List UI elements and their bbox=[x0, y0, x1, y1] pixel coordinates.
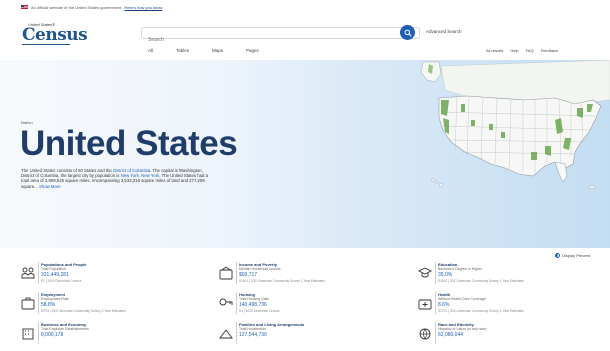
card-divider bbox=[435, 322, 436, 344]
tab-pages[interactable]: Pages bbox=[246, 48, 259, 53]
card-divider bbox=[236, 322, 237, 344]
card-value: $69,717 bbox=[239, 272, 258, 278]
medical-kit-icon bbox=[418, 299, 432, 310]
card-value: 8.6% bbox=[438, 302, 450, 308]
topic-card-families[interactable]: Families and Living Arrangements Total H… bbox=[219, 322, 389, 350]
tab-all[interactable]: All bbox=[148, 48, 153, 53]
page-title: United States bbox=[20, 124, 238, 163]
gov-banner: An official website of the United States… bbox=[0, 0, 610, 14]
card-divider bbox=[38, 292, 39, 314]
card-value: 8,000,178 bbox=[41, 332, 64, 338]
tab-maps[interactable]: Maps bbox=[212, 48, 223, 53]
topic-card-income[interactable]: Income and Poverty Median Household Inco… bbox=[219, 262, 389, 290]
util-link-feedback[interactable]: Feedback bbox=[541, 48, 559, 53]
card-divider bbox=[236, 292, 237, 314]
topic-card-employment[interactable]: Employment Employment Rate 58.8% DP03 | … bbox=[21, 292, 191, 320]
search-box bbox=[141, 27, 420, 45]
show-more-link[interactable]: Show More bbox=[39, 184, 61, 189]
globe-people-icon bbox=[419, 328, 431, 340]
tab-tables[interactable]: Tables bbox=[176, 48, 189, 53]
display-percent-toggle[interactable]: Display Percent bbox=[555, 253, 590, 258]
card-divider bbox=[435, 292, 436, 314]
util-link-faq[interactable]: FAQ bbox=[526, 48, 534, 53]
hero-section: Nation United States The United States c… bbox=[0, 60, 610, 248]
card-subtitle: Without Health Care Coverage bbox=[438, 297, 486, 301]
card-value: 331,449,281 bbox=[41, 272, 69, 278]
card-subtitle: Total Population bbox=[41, 267, 66, 271]
search-icon bbox=[404, 29, 412, 37]
card-source[interactable]: S1901 | 2021 American Community Survey 1… bbox=[239, 279, 325, 283]
card-subtitle: Hispanic or Latino (of any race) bbox=[438, 327, 487, 331]
hero-description: The United States consists of 50 States … bbox=[21, 168, 211, 189]
util-link-all-results[interactable]: All results bbox=[486, 48, 503, 53]
puerto-rico-shape bbox=[588, 185, 596, 189]
topic-card-health[interactable]: Health Without Health Care Coverage 8.6%… bbox=[418, 292, 588, 320]
briefcase-icon bbox=[21, 297, 35, 310]
gov-banner-link[interactable]: Here's how you know bbox=[124, 5, 162, 10]
house-key-icon bbox=[219, 298, 233, 306]
topic-card-race[interactable]: Race and Ethnicity Hispanic or Latino (o… bbox=[418, 322, 588, 350]
card-divider bbox=[236, 262, 237, 284]
card-subtitle: Total Households bbox=[239, 327, 266, 331]
toggle-icon bbox=[555, 253, 560, 258]
card-value: 140,498,736 bbox=[239, 302, 267, 308]
card-divider bbox=[38, 262, 39, 284]
card-subtitle: Median Household Income bbox=[239, 267, 281, 271]
topic-card-population[interactable]: Populations and People Total Population … bbox=[21, 262, 191, 290]
people-icon bbox=[21, 267, 35, 279]
card-source[interactable]: DP03 | 2021 American Community Survey 1-… bbox=[41, 309, 126, 313]
card-subtitle: Bachelor's Degree or Higher bbox=[438, 267, 483, 271]
card-subtitle: Total Employer Establishments bbox=[41, 327, 89, 331]
site-header: United States® Census Advanced Search Al… bbox=[0, 14, 610, 60]
search-button[interactable] bbox=[400, 25, 415, 40]
card-source[interactable]: H1 | 2020 Decennial Census bbox=[239, 309, 280, 313]
card-subtitle: Employment Rate bbox=[41, 297, 69, 301]
result-type-tabs: All Tables Maps Pages bbox=[148, 48, 259, 53]
wallet-icon bbox=[219, 266, 233, 280]
logo-underline bbox=[22, 44, 70, 45]
card-value: 62,080,044 bbox=[438, 332, 464, 338]
display-percent-label: Display Percent bbox=[562, 253, 591, 258]
search-input[interactable] bbox=[142, 35, 419, 45]
card-value: 35.0% bbox=[438, 272, 453, 278]
graduation-cap-icon bbox=[418, 267, 432, 278]
card-divider bbox=[435, 262, 436, 284]
logo-big-text: Census bbox=[22, 25, 88, 45]
hawaii-islands bbox=[431, 178, 444, 187]
card-source[interactable]: S1501 | 2021 American Community Survey 1… bbox=[438, 279, 524, 283]
topic-card-business[interactable]: Business and Economy Total Employer Esta… bbox=[21, 322, 191, 350]
family-icon bbox=[219, 329, 233, 339]
building-icon bbox=[22, 328, 34, 340]
florida-shape bbox=[554, 161, 568, 183]
advanced-search-link[interactable]: Advanced Search bbox=[426, 29, 462, 34]
topic-card-education[interactable]: Education Bachelor's Degree or Higher 35… bbox=[418, 262, 588, 290]
util-link-help[interactable]: Help bbox=[510, 48, 518, 53]
card-divider bbox=[38, 322, 39, 344]
us-flag-icon bbox=[21, 5, 28, 9]
census-logo[interactable]: United States® Census bbox=[22, 22, 88, 46]
topic-card-housing[interactable]: Housing Total Housing Units 140,498,736 … bbox=[219, 292, 389, 320]
gov-banner-text: An official website of the United States… bbox=[31, 4, 122, 10]
card-value: 58.8% bbox=[41, 302, 56, 308]
card-value: 127,544,730 bbox=[239, 332, 267, 338]
utility-links: All results Help FAQ Feedback bbox=[486, 48, 558, 53]
card-subtitle: Total Housing Units bbox=[239, 297, 270, 301]
united-states-map[interactable] bbox=[405, 60, 610, 248]
card-source[interactable]: S2701 | 2021 American Community Survey 1… bbox=[438, 309, 524, 313]
card-source[interactable]: P1 | 2020 Decennial Census bbox=[41, 279, 81, 283]
